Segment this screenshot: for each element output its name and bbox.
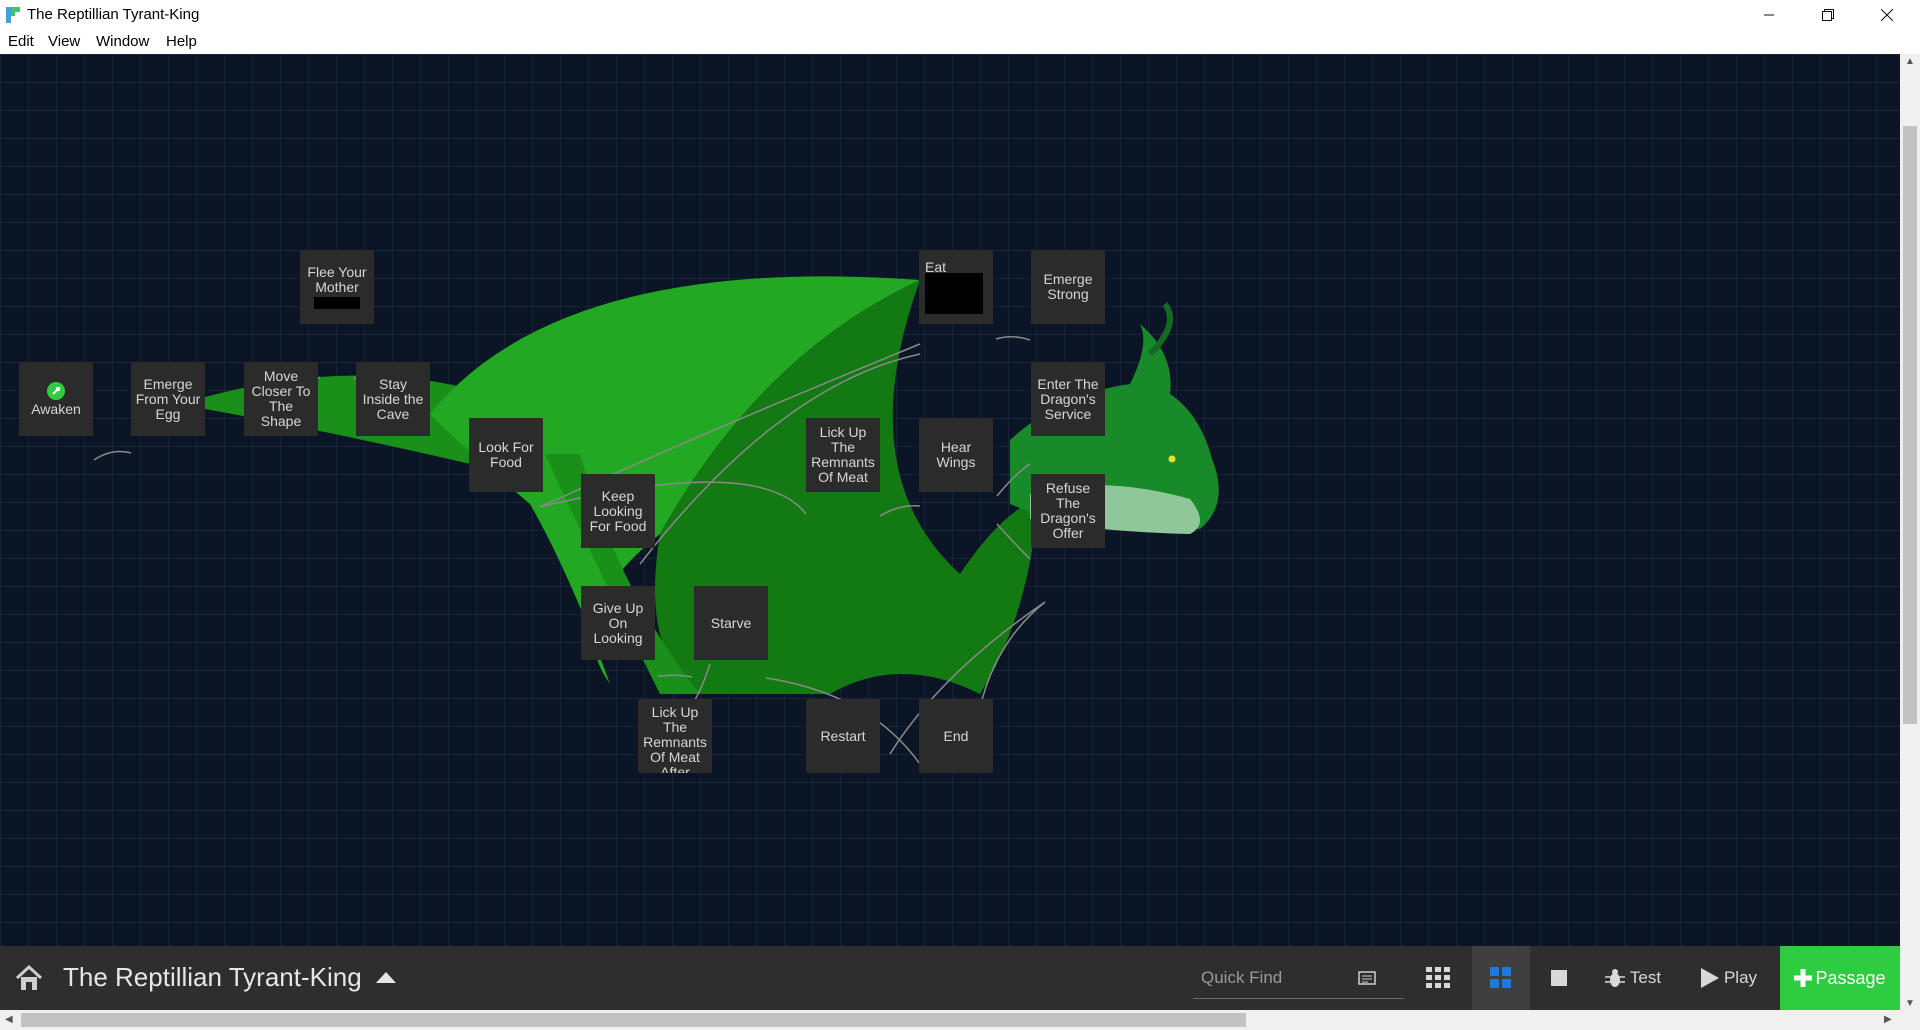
scroll-up-arrow-icon[interactable]: ▲ (1905, 56, 1915, 67)
passage-emerge-strong[interactable]: Emerge Strong (1031, 250, 1105, 324)
passage-give-up[interactable]: Give Up On Looking (581, 586, 655, 660)
rocket-icon (47, 381, 65, 400)
redacted-text (314, 297, 360, 309)
scroll-right-arrow-icon[interactable]: ▶ (1884, 1014, 1892, 1025)
horizontal-scroll-thumb[interactable] (21, 1013, 1246, 1027)
passage-label: Look For Food (478, 439, 534, 470)
menu-view[interactable]: View (48, 33, 80, 50)
scroll-down-arrow-icon[interactable]: ▼ (1905, 998, 1915, 1009)
story-toolbar: The Reptillian Tyrant-King Test Play (0, 946, 1900, 1010)
passage-label: Lick Up The Remnants Of Meat (811, 424, 875, 485)
play-label: Play (1723, 968, 1758, 987)
grid-small-icon (1426, 967, 1450, 988)
passage-label: Move Closer To The Shape (251, 368, 311, 429)
passage-flee-mother[interactable]: Flee Your Mother (300, 250, 374, 324)
passage-label: Hear Wings (936, 439, 976, 470)
passage-label: Emerge From Your Egg (135, 375, 201, 422)
menu-help[interactable]: Help (166, 33, 197, 50)
passage-label: Give Up On Looking (592, 599, 644, 646)
window-title: The Reptillian Tyrant-King (27, 6, 200, 23)
minimize-icon (1764, 14, 1774, 15)
passage-stay-inside[interactable]: Stay Inside the Cave (356, 362, 430, 436)
square-icon (1551, 970, 1567, 986)
passage-label: End (943, 727, 969, 744)
story-title[interactable]: The Reptillian Tyrant-King (63, 962, 362, 993)
passage-label: Emerge Strong (1043, 271, 1093, 302)
minimize-button[interactable] (1740, 0, 1798, 29)
passage-hear-wings[interactable]: Hear Wings (919, 418, 993, 492)
scroll-left-arrow-icon[interactable]: ◀ (5, 1014, 13, 1025)
redacted-text (925, 273, 983, 314)
passage-lick-up-after[interactable]: Lick Up The Remnants Of Meat After (638, 699, 712, 773)
passage-label: Restart (820, 727, 866, 744)
passage-starve[interactable]: Starve (694, 586, 768, 660)
passage-awaken[interactable]: Awaken (19, 362, 93, 436)
restore-icon (1822, 8, 1834, 21)
menu-bar: Edit View Window Help (0, 29, 1920, 54)
passage-eat[interactable]: Eat (919, 250, 993, 324)
bug-icon (1604, 969, 1625, 987)
twine-app-icon (6, 7, 20, 23)
passage-label: Stay Inside the Cave (362, 375, 424, 422)
zoom-small-button[interactable] (1412, 946, 1464, 1010)
plus-icon (1794, 969, 1813, 987)
vertical-scroll-thumb[interactable] (1903, 126, 1917, 724)
passage-label: Flee Your Mother (307, 264, 367, 295)
play-icon (1700, 968, 1719, 988)
home-icon[interactable] (14, 964, 44, 992)
passage-enter-service[interactable]: Enter The Dragon's Service (1031, 362, 1105, 436)
title-bar: The Reptillian Tyrant-King (0, 0, 1920, 29)
close-icon (1881, 8, 1893, 21)
play-button[interactable]: Play (1694, 946, 1764, 1010)
test-label: Test (1629, 968, 1662, 987)
story-map-canvas[interactable]: Awaken Emerge From Your Egg Move Closer … (0, 54, 1900, 946)
menu-edit[interactable]: Edit (8, 33, 34, 50)
scrollbar-corner (1900, 1010, 1920, 1030)
passage-keep-looking[interactable]: Keep Looking For Food (581, 474, 655, 548)
passage-emerge-from-egg[interactable]: Emerge From Your Egg (131, 362, 205, 436)
zoom-large-button[interactable] (1535, 946, 1583, 1010)
passage-move-closer[interactable]: Move Closer To The Shape (244, 362, 318, 436)
passage-end[interactable]: End (919, 699, 993, 773)
passage-refuse-offer[interactable]: Refuse The Dragon's Offer (1031, 474, 1105, 548)
menu-window[interactable]: Window (96, 33, 149, 50)
passage-label: Enter The Dragon's Service (1037, 375, 1099, 422)
passage-restart[interactable]: Restart (806, 699, 880, 773)
passage-links-layer (93, 276, 1219, 765)
grid-medium-icon (1490, 967, 1511, 988)
passage-label: Awaken (31, 400, 81, 417)
passage-label-button: Passage (1815, 967, 1886, 988)
close-button[interactable] (1858, 0, 1916, 29)
horizontal-scrollbar[interactable]: ◀ ▶ (0, 1010, 1900, 1030)
passage-label: Refuse The Dragon's Offer (1040, 480, 1096, 541)
passage-label: Keep Looking For Food (589, 487, 647, 534)
passage-look-for-food[interactable]: Look For Food (469, 418, 543, 492)
highlight-passages-icon[interactable] (1358, 970, 1376, 986)
zoom-medium-button[interactable] (1472, 946, 1530, 1010)
vertical-scrollbar[interactable]: ▲ ▼ (1900, 54, 1920, 1014)
test-button[interactable]: Test (1598, 946, 1668, 1010)
caret-up-icon[interactable] (376, 970, 396, 984)
passage-label: Starve (710, 614, 752, 631)
passage-label: Lick Up The Remnants Of Meat After (643, 704, 707, 774)
passage-lick-up[interactable]: Lick Up The Remnants Of Meat (806, 418, 880, 492)
restore-button[interactable] (1799, 0, 1857, 29)
new-passage-button[interactable]: Passage (1780, 946, 1900, 1010)
